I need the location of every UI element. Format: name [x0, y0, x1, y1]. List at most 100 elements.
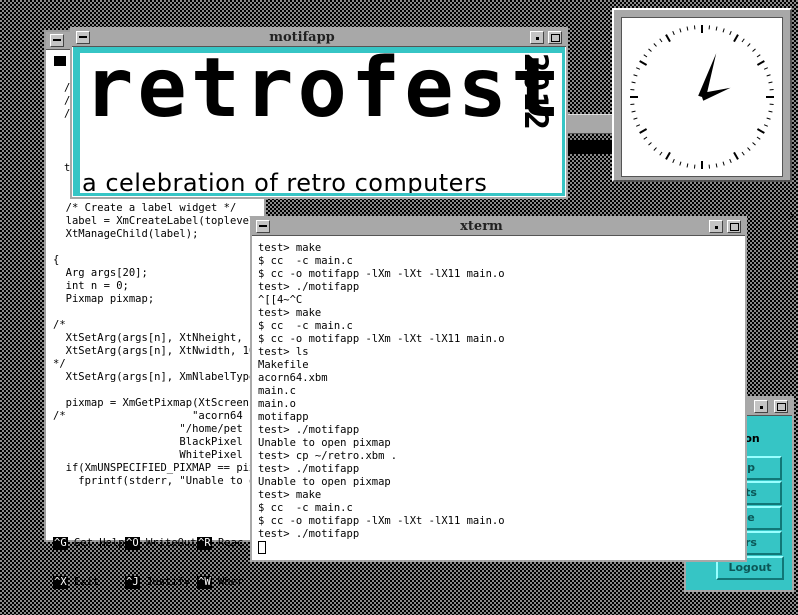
clock-minute-tick: [742, 152, 744, 155]
shortcut-key: ^G: [53, 537, 68, 550]
code-line: "/home/pet: [53, 423, 262, 436]
clock-minute-tick: [680, 162, 681, 166]
xterm-window: xterm test> make$ cc -c main.c$ cc -o mo…: [250, 216, 747, 562]
shortcut-key: ^R: [197, 537, 212, 550]
banner-logo-text: retrofest: [84, 53, 562, 136]
code-line: XtManageChild(label);: [53, 228, 262, 241]
terminal-prompt-line: [258, 541, 741, 556]
clock-minute-tick: [648, 49, 651, 52]
xterm-titlebar[interactable]: xterm: [252, 218, 745, 236]
motifapp-titlebar[interactable]: motifapp: [72, 29, 566, 47]
clock-minute-tick: [767, 118, 771, 119]
clock-minute-tick: [757, 137, 760, 139]
clock-minute-tick: [632, 82, 636, 83]
terminal-output[interactable]: test> make$ cc -c main.c$ cc -o motifapp…: [258, 242, 741, 556]
code-line: XtSetArg(args[n], XtNwidth, 100: [53, 345, 262, 358]
shortcut-exit[interactable]: ^X Exit: [53, 576, 125, 589]
shortcut-label: WriteOut: [140, 537, 197, 549]
code-line: XtSetArg(args[n], XmNlabelType,: [53, 371, 262, 384]
terminal-line: $ cc -c main.c: [258, 502, 741, 515]
clock-minute-tick: [748, 43, 751, 46]
motifapp-window: motifapp retrofest 2012 a celebration of…: [70, 27, 568, 199]
window-menu-button[interactable]: [76, 31, 90, 44]
terminal-line: test> make: [258, 489, 741, 502]
code-line: XtSetArg(args[n], XtNheight, 10: [53, 332, 262, 345]
chevron-right-icon: ›: [789, 208, 795, 224]
clock-minute-tick: [767, 75, 771, 76]
editor-code-text[interactable]: /* Create a label widget */ label = XmCr…: [53, 202, 262, 488]
window-menu-button[interactable]: [256, 220, 270, 233]
clock-minute-tick: [753, 143, 756, 146]
clock-minute-tick: [654, 43, 657, 46]
shortcut-label: Exit: [68, 576, 100, 588]
terminal-line: test> ./motifapp: [258, 424, 741, 437]
terminal-line: test> ./motifapp: [258, 528, 741, 541]
terminal-line: $ cc -o motifapp -lXm -lXt -lX11 main.o: [258, 515, 741, 528]
window-menu-button[interactable]: [50, 34, 64, 47]
clock-minute-tick: [636, 125, 640, 127]
banner-subtitle: a celebration of retro computers: [82, 169, 487, 193]
terminal-line: Unable to open pixmap: [258, 476, 741, 489]
clock-minute-tick: [644, 137, 647, 139]
code-line: WhitePixel: [53, 449, 262, 462]
clock-minute-tick: [636, 68, 640, 70]
background-window-dark-bar: [567, 140, 613, 154]
clock-minute-tick: [769, 111, 773, 112]
shortcut-justify[interactable]: ^J Justify: [125, 576, 197, 589]
clock-minute-tick: [730, 159, 732, 163]
minimize-button[interactable]: [754, 400, 768, 413]
clock-minute-tick: [730, 31, 732, 35]
clock-minute-tick: [723, 162, 724, 166]
clock-hour-tick: [734, 35, 738, 42]
terminal-line: ^[[4~^C: [258, 294, 741, 307]
maximize-button[interactable]: [774, 400, 788, 413]
shortcut-get-help[interactable]: ^G Get Help: [53, 537, 125, 550]
code-line: label = XmCreateLabel(toplevel,: [53, 215, 262, 228]
editor-cursor-block: [54, 56, 66, 66]
terminal-line: test> make: [258, 242, 741, 255]
terminal-line: main.c: [258, 385, 741, 398]
clock-minute-tick: [769, 82, 773, 83]
terminal-line: test> ./motifapp: [258, 463, 741, 476]
shortcut-key: ^J: [125, 576, 140, 589]
clock-minute-tick: [632, 111, 636, 112]
clock-minute-tick: [673, 159, 675, 163]
shortcut-key: ^W: [197, 576, 212, 589]
shortcut-label: Get Help: [68, 537, 125, 549]
motifapp-title: motifapp: [92, 29, 512, 47]
clock-minute-tick: [687, 27, 688, 31]
terminal-line: acorn64.xbm: [258, 372, 741, 385]
code-line: Pixmap pixmap;: [53, 293, 262, 306]
minimize-button[interactable]: [530, 31, 544, 44]
code-line: [53, 241, 262, 254]
xclock-window: [612, 8, 792, 182]
terminal-cursor: [258, 541, 266, 554]
clock-hour-tick: [757, 61, 764, 65]
minimize-button[interactable]: [709, 220, 723, 233]
clock-hour-tick: [734, 152, 738, 159]
clock-minute-tick: [716, 164, 717, 168]
retrofest-banner: retrofest 2012 a celebration of retro co…: [80, 53, 562, 193]
code-line: {: [53, 254, 262, 267]
code-line: [53, 384, 262, 397]
clock-dial: [622, 18, 782, 176]
maximize-button[interactable]: [727, 220, 741, 233]
clock-minute-tick: [764, 125, 768, 127]
shortcut-label: Justify: [140, 576, 191, 588]
shortcut-reac[interactable]: ^R Reac: [197, 537, 257, 550]
clock-minute-tick: [660, 39, 662, 42]
terminal-line: test> make: [258, 307, 741, 320]
shortcut-wher[interactable]: ^W Wher: [197, 576, 257, 589]
code-line: */: [53, 358, 262, 371]
maximize-button[interactable]: [548, 31, 562, 44]
shortcut-label: Wher: [212, 576, 244, 588]
clock-minute-tick: [673, 31, 675, 35]
code-line: fprintf(stderr, "Unable to op: [53, 475, 262, 488]
terminal-line: $ cc -c main.c: [258, 255, 741, 268]
shortcut-key: ^O: [125, 537, 140, 550]
clock-minute-tick: [654, 148, 657, 151]
clock-minute-tick: [660, 152, 662, 155]
terminal-line: Unable to open pixmap: [258, 437, 741, 450]
shortcut-writeout[interactable]: ^O WriteOut: [125, 537, 197, 550]
clock-minute-tick: [680, 29, 681, 33]
